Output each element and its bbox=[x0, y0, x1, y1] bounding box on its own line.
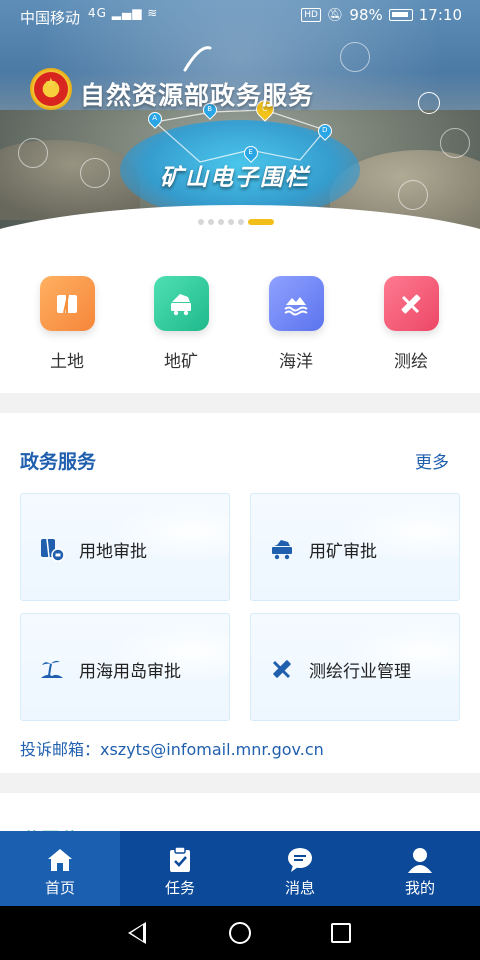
category-land[interactable]: 土地 bbox=[32, 276, 102, 372]
service-card-label: 用海用岛审批 bbox=[79, 662, 181, 682]
user-profile-icon bbox=[408, 848, 432, 873]
surveying-management-icon bbox=[272, 660, 291, 679]
banner-decor-circle bbox=[18, 138, 48, 168]
carousel-dot[interactable] bbox=[208, 219, 214, 225]
category-mining[interactable]: 地矿 bbox=[146, 276, 216, 372]
carousel-dot[interactable] bbox=[238, 219, 244, 225]
ocean-wave-icon bbox=[268, 276, 324, 331]
battery-percent: 98% bbox=[349, 6, 383, 24]
category-label: 土地 bbox=[50, 352, 84, 372]
network-indicator: 4G ▂▄▆ ≋ bbox=[88, 6, 159, 20]
carousel-indicator[interactable] bbox=[198, 219, 274, 225]
hero-banner[interactable]: A B C D E 自然资源部政务服务 矿山电子围栏 中国移动 4G ▂▄▆ ≋… bbox=[0, 0, 480, 240]
tab-label: 任务 bbox=[164, 879, 195, 897]
home-icon bbox=[48, 849, 72, 871]
island-approval-icon bbox=[41, 660, 63, 678]
battery-icon bbox=[388, 9, 413, 21]
tab-label: 我的 bbox=[404, 879, 435, 897]
service-card-land-approval[interactable]: 用地审批 bbox=[20, 493, 230, 601]
land-icon bbox=[39, 276, 95, 331]
tab-tasks[interactable]: 任务 bbox=[120, 831, 240, 906]
complaint-email[interactable]: 投诉邮箱：xszyts@infomail.mnr.gov.cn bbox=[20, 736, 324, 760]
carrier-name: 中国移动 bbox=[20, 9, 81, 27]
service-card-mine-approval[interactable]: 用矿审批 bbox=[250, 493, 460, 601]
tab-profile[interactable]: 我的 bbox=[360, 831, 480, 906]
tab-home[interactable]: 首页 bbox=[0, 831, 120, 906]
banner-decor-circle bbox=[440, 128, 470, 158]
mute-icon: 🔕︎ bbox=[326, 7, 344, 23]
service-card-label: 用地审批 bbox=[79, 542, 147, 562]
service-card-surveying-management[interactable]: 测绘行业管理 bbox=[250, 613, 460, 721]
bottom-tab-bar: 首页 任务 消息 我的 bbox=[0, 831, 480, 906]
back-icon[interactable] bbox=[128, 922, 146, 944]
category-ocean[interactable]: 海洋 bbox=[261, 276, 331, 372]
task-clipboard-icon bbox=[170, 846, 190, 872]
national-emblem-logo bbox=[30, 68, 72, 110]
message-bubble-icon bbox=[288, 848, 312, 872]
mine-approval-icon bbox=[272, 540, 292, 560]
service-card-island-approval[interactable]: 用海用岛审批 bbox=[20, 613, 230, 721]
section-title: 政务服务 bbox=[20, 451, 97, 473]
location-icon bbox=[418, 92, 440, 114]
category-label: 海洋 bbox=[279, 352, 313, 372]
service-card-label: 用矿审批 bbox=[309, 542, 377, 562]
carousel-dot-active[interactable] bbox=[248, 219, 274, 225]
system-navigation-bar bbox=[0, 906, 480, 960]
banner-title: 自然资源部政务服务 bbox=[80, 81, 315, 110]
carousel-dot[interactable] bbox=[218, 219, 224, 225]
recents-icon[interactable] bbox=[331, 923, 351, 943]
hd-icon: HD bbox=[301, 8, 321, 22]
tab-messages[interactable]: 消息 bbox=[240, 831, 360, 906]
banner-decor-circle bbox=[340, 42, 370, 72]
clock: 17:10 bbox=[418, 6, 462, 24]
banner-subtitle: 矿山电子围栏 bbox=[160, 165, 310, 191]
carousel-dot[interactable] bbox=[198, 219, 204, 225]
home-circle-icon[interactable] bbox=[229, 922, 251, 944]
status-bar: 中国移动 4G ▂▄▆ ≋ HD 🔕︎ 98% 17:10 bbox=[0, 0, 480, 32]
service-card-label: 测绘行业管理 bbox=[309, 662, 411, 682]
category-label: 测绘 bbox=[394, 352, 428, 372]
category-label: 地矿 bbox=[164, 352, 198, 372]
banner-decor-circle bbox=[80, 158, 110, 188]
tab-label: 消息 bbox=[284, 879, 315, 897]
category-grid: 土地 地矿 海洋 测绘 bbox=[0, 240, 480, 393]
carousel-dot[interactable] bbox=[228, 219, 234, 225]
land-approval-icon bbox=[41, 538, 65, 562]
category-surveying[interactable]: 测绘 bbox=[376, 276, 446, 372]
gov-services-section: 政务服务 更多 用地审批 用矿审批 用海用岛审批 测绘行业管理 投诉邮箱：xsz… bbox=[0, 413, 480, 773]
banner-decor-circle bbox=[398, 180, 428, 210]
tab-label: 首页 bbox=[44, 879, 75, 897]
surveying-ruler-icon bbox=[383, 276, 439, 331]
more-link[interactable]: 更多 bbox=[415, 448, 449, 473]
mining-cart-icon bbox=[153, 276, 209, 331]
